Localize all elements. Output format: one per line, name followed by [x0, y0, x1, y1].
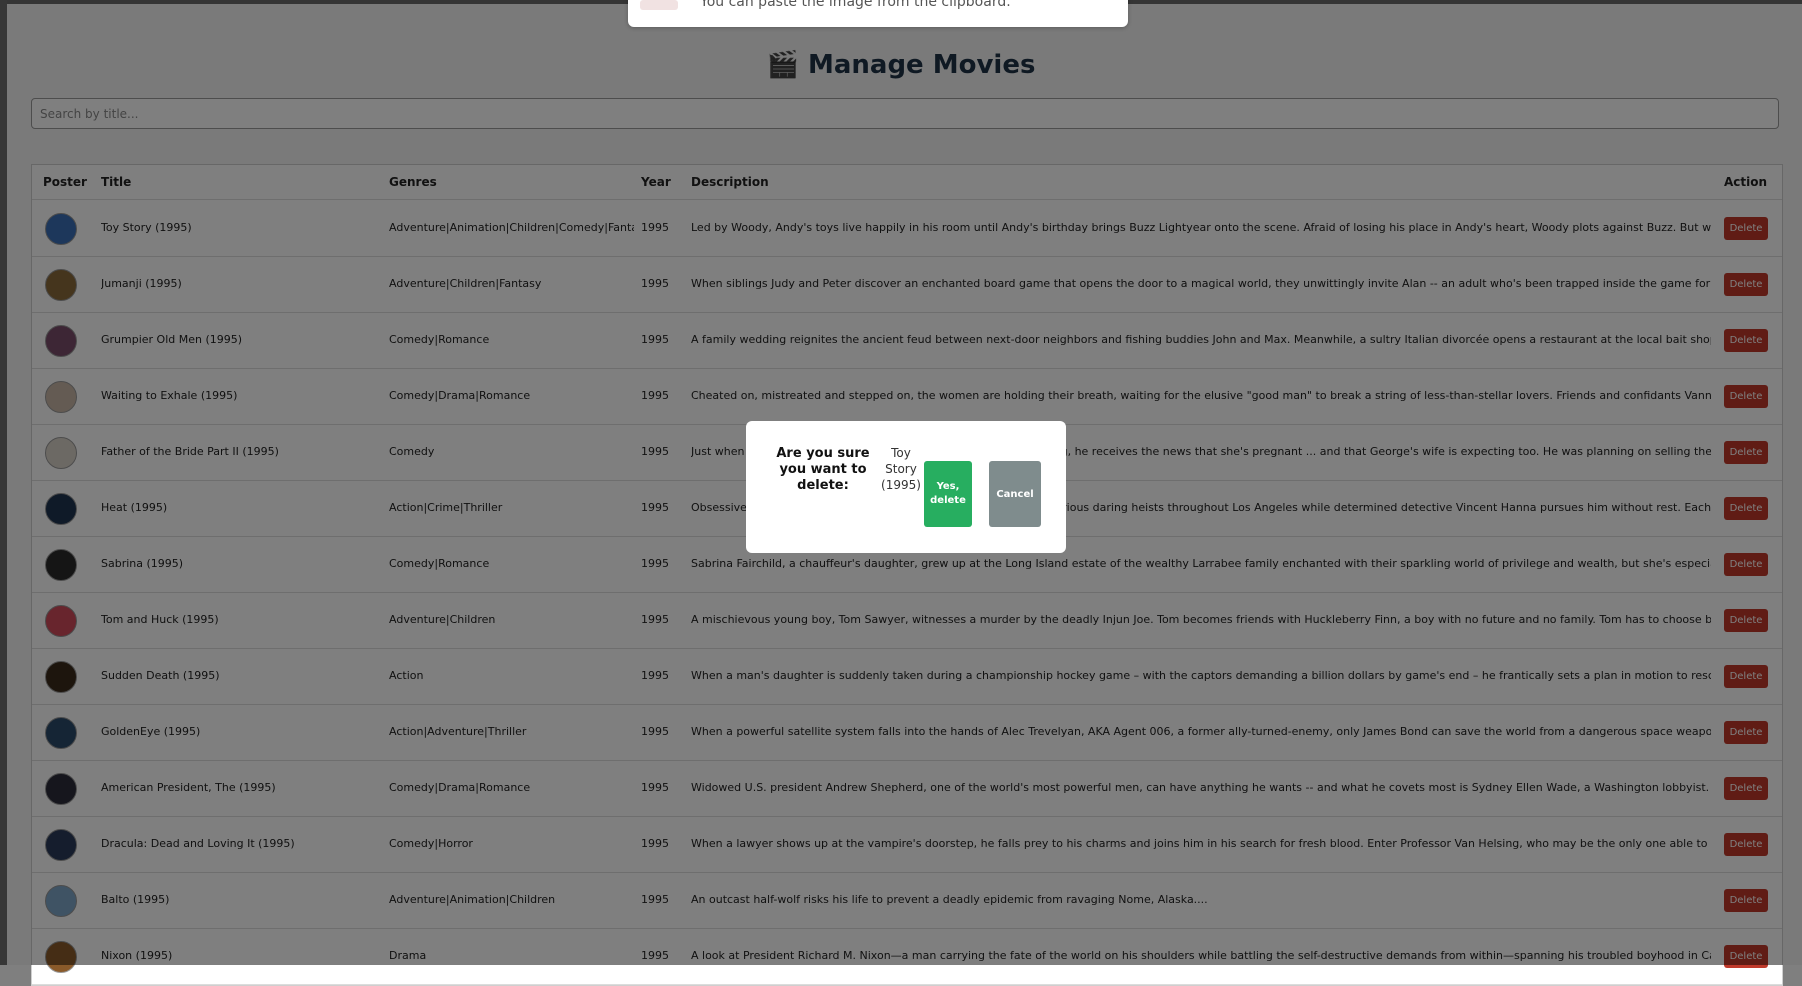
paste-toast: You can paste the image from the clipboa…: [628, 0, 1128, 27]
delete-confirm-dialog: Are you sure you want to delete: Toy Sto…: [746, 421, 1066, 553]
confirm-question: Are you sure you want to delete:: [776, 446, 870, 493]
clipboard-icon: [640, 0, 678, 10]
confirm-delete-button[interactable]: Yes, delete: [924, 461, 972, 527]
cancel-button[interactable]: Cancel: [989, 461, 1041, 527]
toast-text: You can paste the image from the clipboa…: [700, 0, 1011, 10]
confirm-movie-name: Toy Story (1995): [881, 446, 921, 492]
